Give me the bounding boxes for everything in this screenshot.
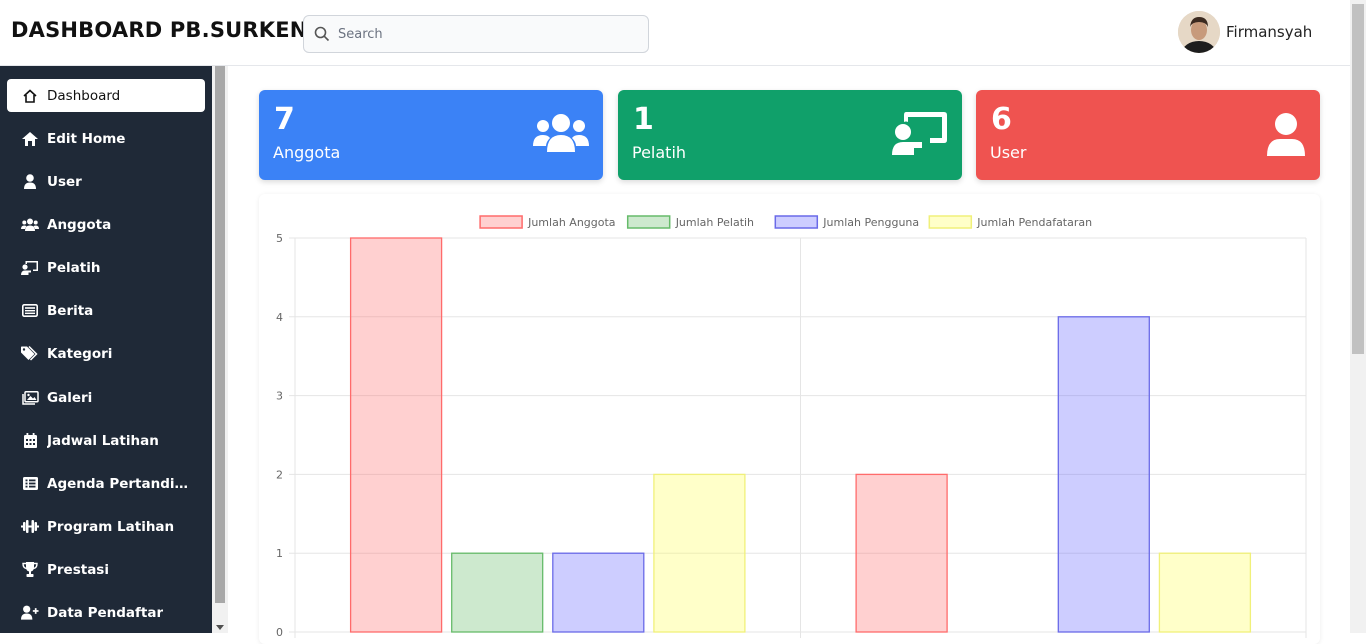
bar [552, 552, 645, 633]
sidebar-scroll-thumb[interactable] [215, 66, 225, 603]
images-icon [21, 390, 39, 406]
legend-label: Jumlah Anggota [527, 216, 615, 229]
chalkboard-user-icon [21, 260, 39, 276]
sidebar-item-kategori[interactable]: Kategori [7, 337, 205, 370]
user-name[interactable]: Firmansyah [1226, 23, 1312, 41]
user-icon [1267, 113, 1305, 156]
tags-icon [21, 346, 39, 362]
y-tick-label: 5 [276, 232, 283, 245]
house-icon [21, 131, 39, 147]
stat-card-anggota[interactable]: 7 Anggota [259, 90, 603, 180]
sidebar-item-label: Edit Home [47, 130, 126, 147]
bar [1158, 552, 1252, 633]
stat-label: Anggota [273, 143, 341, 162]
sidebar-item-label: Anggota [47, 216, 112, 233]
stat-value: 7 [274, 102, 295, 137]
bar [653, 473, 746, 633]
legend-swatch [774, 215, 819, 229]
sidebar-item-jadwal-latihan[interactable]: Jadwal Latihan [7, 424, 205, 457]
y-tick-label: 4 [276, 311, 283, 324]
top-bar: DASHBOARD PB.SURKEN Firmansyah [0, 0, 1350, 66]
legend-label: Jumlah Pelatih [675, 216, 754, 229]
sidebar-item-label: Pelatih [47, 259, 101, 276]
stat-card-pelatih[interactable]: 1 Pelatih [618, 90, 962, 180]
bar [1057, 316, 1150, 633]
stat-label: Pelatih [632, 143, 687, 162]
sidebar-item-label: Program Latihan [47, 518, 175, 535]
calendar-icon [21, 433, 39, 449]
home-icon [21, 88, 39, 104]
sidebar-item-label: Agenda Pertandingan [47, 475, 197, 492]
sidebar-item-galeri[interactable]: Galeri [7, 381, 205, 414]
legend-swatch [479, 215, 523, 229]
sidebar-item-label: Kategori [47, 345, 113, 362]
sidebar-item-anggota[interactable]: Anggota [7, 208, 205, 241]
users-icon [21, 217, 39, 233]
newspaper-icon [21, 303, 39, 319]
stat-value: 6 [991, 102, 1012, 137]
legend-swatch [626, 215, 671, 229]
users-icon [533, 114, 589, 152]
brand-title[interactable]: DASHBOARD PB.SURKEN [11, 18, 308, 42]
legend-label: Jumlah Pendafataran [976, 216, 1092, 229]
sidebar-item-edit-home[interactable]: Edit Home [7, 122, 205, 155]
stat-label: User [990, 143, 1027, 162]
sidebar-item-label: Jadwal Latihan [47, 432, 159, 449]
search-icon [314, 26, 330, 42]
trophy-icon [21, 562, 39, 578]
main-scroll-thumb[interactable] [1352, 4, 1364, 354]
sidebar-item-label: Berita [47, 302, 94, 319]
sidebar-item-dashboard[interactable]: Dashboard [7, 79, 205, 112]
list-icon [21, 476, 39, 492]
y-tick-label: 3 [276, 390, 283, 403]
legend-swatch [928, 215, 973, 229]
sidebar-item-user[interactable]: User [7, 165, 205, 198]
sidebar-item-label: User [47, 173, 82, 190]
stat-card-user[interactable]: 6 User [976, 90, 1320, 180]
chalkboard-user-icon [892, 112, 947, 155]
bar [855, 473, 948, 633]
sidebar-item-berita[interactable]: Berita [7, 294, 205, 327]
search-input[interactable] [336, 24, 636, 44]
user-icon [21, 174, 39, 190]
sidebar-item-label: Data Pendaftar [47, 604, 164, 621]
sidebar-item-pelatih[interactable]: Pelatih [7, 251, 205, 284]
bar-chart: 012345Jumlah Anggota Jumlah Pelatih Jumlah… [276, 215, 1307, 639]
sidebar-item-data-pendaftar[interactable]: Data Pendaftar [7, 596, 205, 629]
user-plus-icon [21, 605, 39, 621]
legend-label: Jumlah Pengguna [822, 216, 919, 229]
y-tick-label: 2 [276, 468, 283, 481]
sidebar-item-label: Galeri [47, 389, 93, 406]
sidebar-item-program-latihan[interactable]: Program Latihan [7, 510, 205, 543]
search-box[interactable] [303, 15, 649, 53]
y-tick-label: 1 [276, 547, 283, 560]
sidebar-item-prestasi[interactable]: Prestasi [7, 553, 205, 586]
user-menu[interactable]: Firmansyah [1178, 11, 1312, 53]
bar [451, 552, 544, 633]
sidebar-scrollbar[interactable] [212, 66, 228, 633]
main-scrollbar[interactable] [1350, 0, 1366, 633]
sidebar-item-label: Prestasi [47, 561, 109, 578]
stat-value: 1 [633, 102, 654, 137]
avatar[interactable] [1178, 11, 1220, 53]
sidebar-item-agenda-pertandingan[interactable]: Agenda Pertandingan [7, 467, 205, 500]
dumbbell-icon [21, 519, 39, 535]
sidebar-item-label: Dashboard [47, 87, 121, 104]
sidebar: Dashboard Edit Home User Anggota Pelatih Beri… [0, 66, 212, 633]
bar [349, 237, 443, 633]
chart-panel: 0 1 2 3 4 5 Jumlah Anggota Jumlah Pelatih Jumlah… [259, 194, 1320, 644]
scroll-down-arrow-icon[interactable] [216, 625, 224, 630]
